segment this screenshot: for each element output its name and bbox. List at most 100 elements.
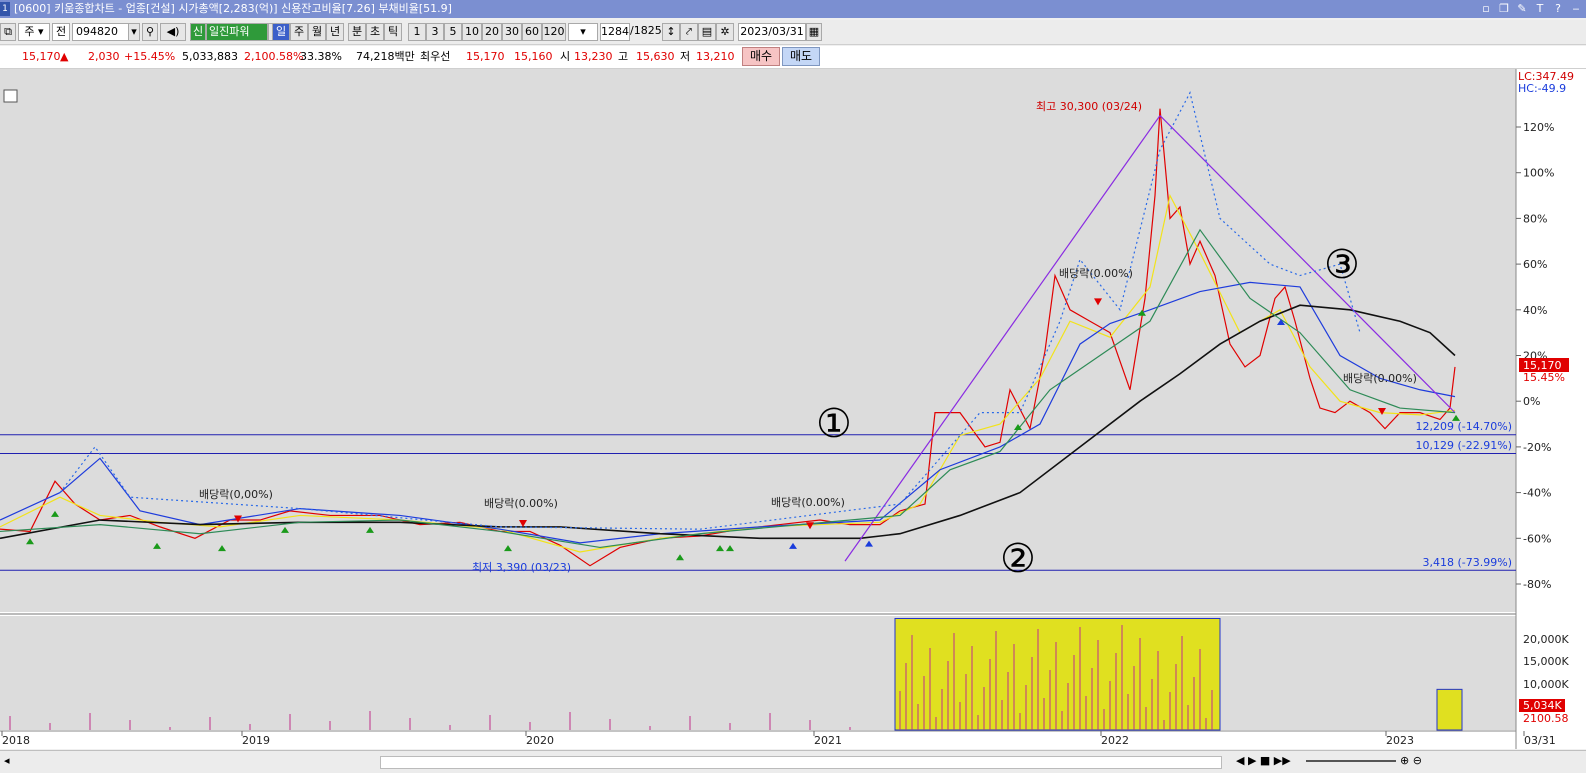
period-tick[interactable]: 틱 <box>384 23 402 41</box>
settings-icon[interactable]: ✲ <box>716 23 734 41</box>
y-tick-label: 60% <box>1523 258 1547 271</box>
pin-icon[interactable]: ✎ <box>1516 0 1528 18</box>
price-chart[interactable]: 120%100%80%60%40%20%0%-20%-40%-60%-80%20… <box>0 69 1586 749</box>
trade-amount: 74,218백만 <box>356 50 415 63</box>
period-minute[interactable]: 분 <box>348 23 366 41</box>
current-price: 15,170 <box>22 50 61 63</box>
interval-1[interactable]: 1 <box>408 23 426 41</box>
search-icon[interactable]: ⚲ <box>142 23 158 41</box>
scroll-left-icon[interactable]: ◂ <box>4 754 10 767</box>
code-dropdown-icon[interactable]: ▾ <box>128 23 140 41</box>
price-pct-label: 15.45% <box>1523 371 1565 384</box>
high-label: 고 <box>618 50 629 63</box>
minimize-icon[interactable]: ‒ <box>1570 0 1582 18</box>
restore-icon[interactable]: ❐ <box>1498 0 1510 18</box>
turnover: 33.38% <box>300 50 342 63</box>
y-tick-label: 40% <box>1523 304 1547 317</box>
sell-button[interactable]: 매도 <box>782 47 820 66</box>
x-tick-label: 2019 <box>242 734 270 747</box>
y-tick-label: -60% <box>1523 532 1551 545</box>
best-bid: 15,160 <box>514 50 553 63</box>
calendar-icon[interactable]: ▦ <box>806 23 822 41</box>
credit-badge: 신 <box>190 23 206 41</box>
period-select[interactable]: 주 ▾ <box>18 23 50 41</box>
change-pct: +15.45% <box>124 50 176 63</box>
copy-icon[interactable]: ⧉ <box>0 23 16 41</box>
dividend-label: 배당락(0.00%) <box>1059 267 1133 280</box>
max-price-label: 최고 30,300 (03/24) <box>1036 100 1142 113</box>
volume-box-label: 5,034K <box>1523 699 1562 712</box>
status-bar: ◂ ◀ ▶ ■ ▶▶ ⊕ ⊖ <box>0 750 1586 773</box>
x-tick-label: 03/31 <box>1524 734 1556 747</box>
horizontal-scrollbar[interactable] <box>380 756 1222 769</box>
save-icon[interactable]: ▤ <box>698 23 716 41</box>
circle-marker-1: ① <box>816 401 852 447</box>
interval-3[interactable]: 3 <box>426 23 444 41</box>
best-ask-label: 최우선 <box>420 50 451 63</box>
zoom-icon[interactable]: ⊕ ⊖ <box>1400 754 1422 767</box>
period-month[interactable]: 월 <box>308 23 326 41</box>
low-label: 저 <box>680 50 691 63</box>
tile-icon[interactable]: ▫ <box>1480 0 1492 18</box>
period-year[interactable]: 년 <box>326 23 344 41</box>
best-ask: 15,170 <box>466 50 505 63</box>
chart-area[interactable]: 120% 100% 80% 60% 40% 20% 0% -20% -40% -60% -80% 20… <box>0 69 1586 749</box>
title-bar: 1 [0600] 키움종합차트 - 업종[건설] 시가총액[2,283(억)] … <box>0 0 1586 18</box>
line-label: 10,129 (-22.91%) <box>1416 439 1512 452</box>
open-label: 시 <box>560 50 571 63</box>
stock-code-input[interactable]: 094820 <box>72 23 130 41</box>
interval-60[interactable]: 60 <box>522 23 542 41</box>
min-price-label: 최저 3,390 (03/23) <box>472 561 571 574</box>
period-day[interactable]: 일 <box>272 23 290 41</box>
hc-label: HC:-49.9 <box>1518 82 1566 95</box>
buy-button[interactable]: 매수 <box>742 47 780 66</box>
volume-tick-label: 15,000K <box>1523 655 1569 668</box>
circle-marker-3: ③ <box>1324 242 1360 288</box>
table-view-icon[interactable] <box>3 89 18 103</box>
dividend-label: 배당락(0.00%) <box>484 497 558 510</box>
custom-interval-select[interactable]: ▾ <box>568 23 598 41</box>
interval-120[interactable]: 120 <box>542 23 566 41</box>
volume: 5,033,883 <box>182 50 238 63</box>
volume-pane <box>0 616 1516 730</box>
volume-tick-label: 20,000K <box>1523 633 1569 646</box>
market-select[interactable]: 전 <box>52 23 70 41</box>
volume-block <box>1436 688 1463 731</box>
line-label: 3,418 (-73.99%) <box>1423 556 1512 569</box>
circle-marker-2: ② <box>1000 536 1036 582</box>
playback-controls[interactable]: ◀ ▶ ■ ▶▶ <box>1236 754 1291 767</box>
toolbar: ⧉ 주 ▾ 전 094820 ▾ ⚲ ◀) 신 일진파워 ◢ 일 주 월 년 분… <box>0 20 1586 45</box>
interval-5[interactable]: 5 <box>444 23 462 41</box>
window-controls: ▫ ❐ ✎ T ? ‒ <box>1480 0 1582 18</box>
data-count-input[interactable]: 1284 <box>600 23 630 41</box>
y-tick-label: -80% <box>1523 578 1551 591</box>
y-tick-label: 100% <box>1523 167 1554 180</box>
open-price: 13,230 <box>574 50 613 63</box>
low-price: 13,210 <box>696 50 735 63</box>
period-week[interactable]: 주 <box>290 23 308 41</box>
period-select-value: 주 <box>24 25 35 38</box>
date-input[interactable]: 2023/03/31 <box>738 23 806 41</box>
interval-30[interactable]: 30 <box>502 23 522 41</box>
change-amount: 2,030 <box>88 50 120 63</box>
tee-icon[interactable]: T <box>1534 0 1546 18</box>
volume-pct-label: 2100.58 <box>1523 712 1569 725</box>
y-tick-label: 80% <box>1523 212 1547 225</box>
data-count-total: /1825 <box>630 24 662 37</box>
interval-10[interactable]: 10 <box>462 23 482 41</box>
dividend-label: 배당락(0.00%) <box>1343 372 1417 385</box>
sound-icon[interactable]: ◀) <box>160 23 186 41</box>
period-second[interactable]: 초 <box>366 23 384 41</box>
high-price: 15,630 <box>636 50 675 63</box>
zoom-slider[interactable] <box>1306 760 1396 762</box>
interval-20[interactable]: 20 <box>482 23 502 41</box>
y-tick-label: 0% <box>1523 395 1540 408</box>
x-tick-label: 2023 <box>1386 734 1414 747</box>
y-tick-label: -40% <box>1523 487 1551 500</box>
indicator-icon[interactable]: ↕ <box>662 23 680 41</box>
help-icon[interactable]: ? <box>1552 0 1564 18</box>
x-tick-label: 2020 <box>526 734 554 747</box>
trend-icon[interactable]: ⤤ <box>680 23 698 41</box>
y-tick-label: 120% <box>1523 121 1554 134</box>
window-title: [0600] 키움종합차트 - 업종[건설] 시가총액[2,283(억)] 신용… <box>14 2 452 15</box>
